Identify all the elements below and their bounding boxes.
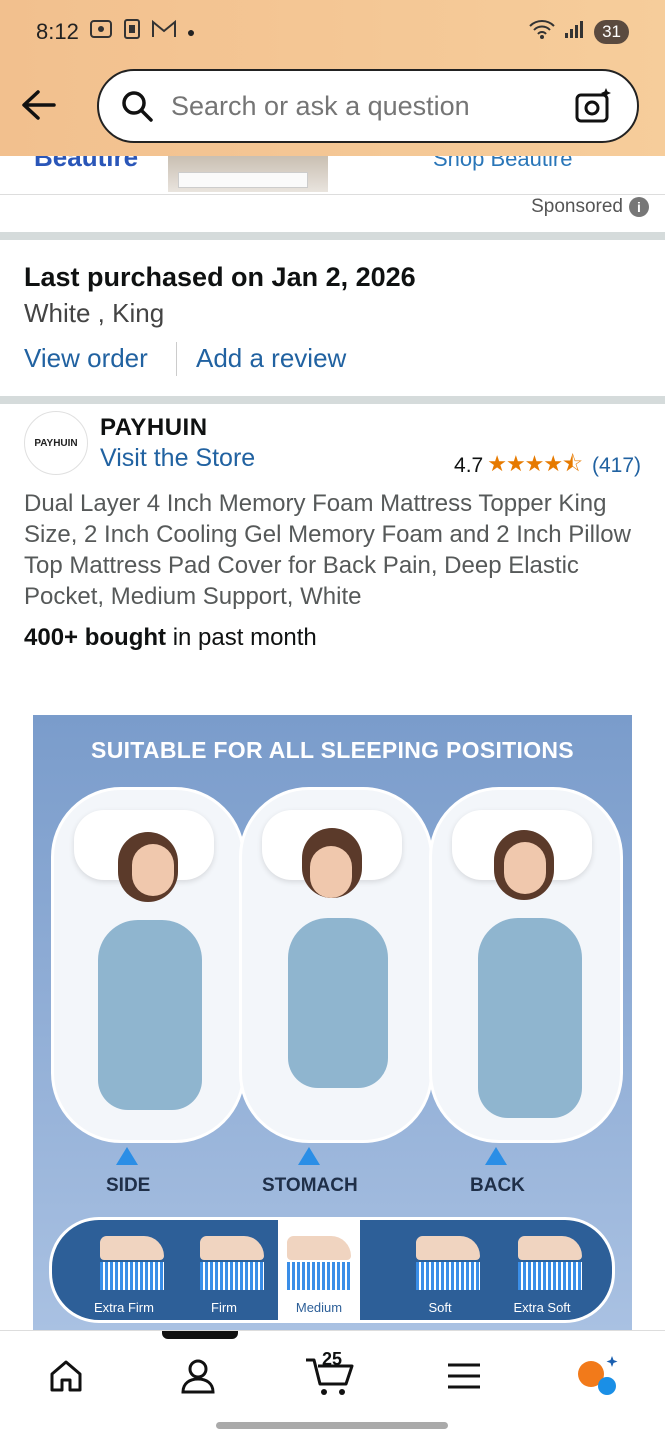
side-pointer-icon [116,1147,138,1165]
active-tab-indicator [162,1331,238,1339]
sponsored-text: Sponsored [531,196,623,217]
visit-store-link[interactable]: Visit the Store [100,444,255,473]
back-arrow-icon [22,90,56,120]
sponsored-label[interactable]: Sponsored i [531,196,649,218]
gmail-icon [151,19,177,45]
status-bar: 8:12 ● 31 [36,14,629,50]
search-input[interactable] [169,89,563,123]
rating-value: 4.7 [454,454,484,477]
cart-count: 25 [322,1349,343,1369]
position-label-back: BACK [470,1175,525,1196]
back-pointer-icon [485,1147,507,1165]
purchased-variant: White , King [24,298,165,328]
firmness-soft: Soft [386,1220,494,1320]
nav-menu[interactable] [434,1351,494,1401]
signal-icon [564,19,586,45]
info-icon[interactable]: i [629,197,649,217]
firmness-firm: Firm [170,1220,278,1320]
brand-logo[interactable]: PAYHUIN [24,411,88,475]
menu-icon [448,1363,480,1389]
firmness-extra-firm: Extra Firm [70,1220,178,1320]
rufus-ai-icon [578,1356,618,1395]
add-review-link[interactable]: Add a review [196,343,346,374]
screenshot-icon [89,18,113,46]
position-label-side: SIDE [106,1175,151,1196]
camera-search-icon[interactable] [573,86,613,126]
link-separator [176,342,177,376]
nav-account[interactable] [168,1351,228,1401]
sponsored-ad-banner[interactable]: Beautire Shop Beautire [0,156,665,195]
side-sleeper-illustration [51,787,245,1143]
bought-suffix: in past month [166,624,317,651]
wifi-icon [528,18,556,46]
brand-logo-text: PAYHUIN [34,437,78,449]
ad-brand-text: Beautire [34,156,139,172]
home-icon [50,1360,82,1392]
last-purchased-title: Last purchased on Jan 2, 2026 [24,262,416,292]
back-sleeper-illustration [429,787,623,1143]
stomach-pointer-icon [298,1147,320,1165]
star-rating-icon: ★★★★⯪ [487,451,583,476]
brand-name: PAYHUIN [100,414,208,441]
bought-count: 400+ bought [24,624,167,651]
firmness-medium: Medium [278,1220,360,1320]
view-order-link[interactable]: View order [24,343,148,374]
nav-home[interactable] [36,1351,96,1401]
firmness-scale: Extra Firm Firm Medium Soft Extra Soft [49,1217,615,1323]
bought-in-past-month: 400+ bought in past month [24,624,317,652]
nav-rufus-assistant[interactable] [568,1351,628,1401]
sim-icon [123,18,141,46]
back-button[interactable] [18,84,60,126]
stomach-sleeper-illustration [239,787,433,1143]
section-divider [0,232,665,240]
product-rating[interactable]: 4.7 ★★★★⯪ (417) [454,447,641,485]
position-label-stomach: STOMACH [262,1175,358,1196]
app-header: 8:12 ● 31 [0,0,665,156]
ad-cta-text: Shop Beautire [433,156,573,171]
notification-dot-icon: ● [186,24,196,40]
battery-indicator: 31 [594,20,629,44]
account-icon [181,1359,215,1394]
product-image[interactable]: SUITABLE FOR ALL SLEEPING POSITIONS SIDE… [33,715,632,1330]
firmness-extra-soft: Extra Soft [488,1220,596,1320]
review-count-link[interactable]: (417) [592,454,641,478]
home-gesture-bar[interactable] [216,1422,448,1429]
section-divider [0,396,665,404]
product-image-headline: SUITABLE FOR ALL SLEEPING POSITIONS [91,737,574,763]
status-time: 8:12 [36,19,79,44]
ad-product-image [168,156,328,192]
nav-cart[interactable]: 25 [300,1349,360,1401]
search-bar[interactable] [97,69,639,143]
search-icon [122,91,153,122]
product-title: Dual Layer 4 Inch Memory Foam Mattress T… [24,490,631,610]
